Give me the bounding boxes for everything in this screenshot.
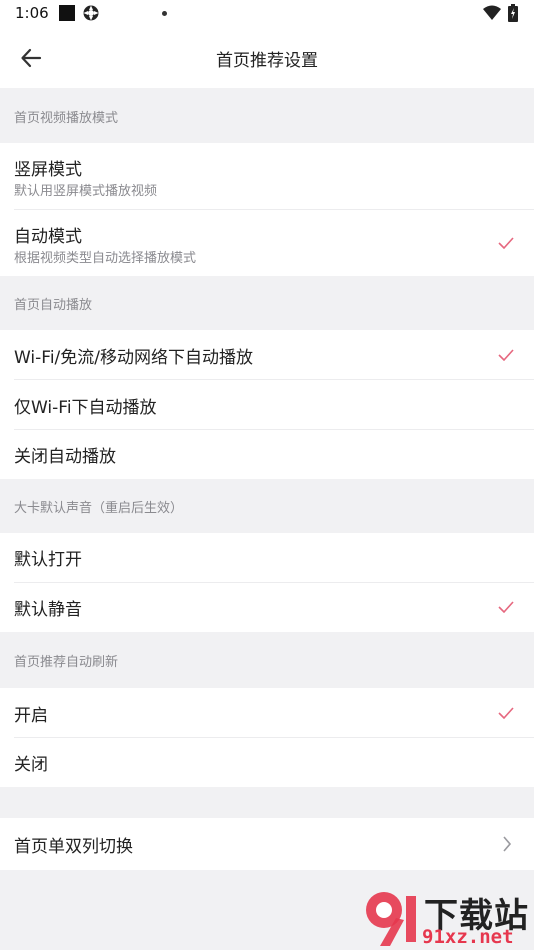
notification-dot-icon <box>162 11 167 16</box>
section-header-label: 首页视频播放模式 <box>14 111 119 126</box>
wifi-icon <box>483 5 501 20</box>
option-title: 关闭自动播放 <box>14 447 116 467</box>
option-sound-on[interactable]: 默认打开 <box>0 533 534 583</box>
option-title: 竖屏模式 <box>14 160 82 180</box>
option-title: 仅Wi-Fi下自动播放 <box>14 398 157 418</box>
option-autoplay-off[interactable]: 关闭自动播放 <box>0 430 534 479</box>
check-icon <box>498 237 514 249</box>
watermark-logo <box>366 892 416 946</box>
section-header-label: 大卡默认声音（重启后生效） <box>14 501 184 516</box>
notification-square-icon <box>59 5 75 21</box>
option-title: Wi-Fi/免流/移动网络下自动播放 <box>14 348 254 368</box>
option-title: 自动模式 <box>14 227 82 247</box>
nav-bar: 首页推荐设置 <box>0 28 534 88</box>
status-bar: 1:06 <box>0 0 534 28</box>
page-title: 首页推荐设置 <box>216 51 318 71</box>
section-header-label: 首页推荐自动刷新 <box>14 655 119 670</box>
section-header-label: 首页自动播放 <box>14 298 93 313</box>
section-header-auto-refresh: 首页推荐自动刷新 <box>0 632 534 688</box>
option-refresh-on[interactable]: 开启 <box>0 688 534 738</box>
option-title: 默认打开 <box>14 550 82 570</box>
option-title: 关闭 <box>14 755 48 775</box>
check-icon <box>498 707 514 719</box>
sync-icon <box>83 5 99 21</box>
option-autoplay-all-networks[interactable]: Wi-Fi/免流/移动网络下自动播放 <box>0 330 534 380</box>
option-auto-mode[interactable]: 自动模式 根据视频类型自动选择播放模式 <box>0 210 534 276</box>
section-header-play-mode: 首页视频播放模式 <box>0 88 534 143</box>
status-time: 1:06 <box>15 4 49 22</box>
battery-icon <box>508 4 518 22</box>
layout-switch-row[interactable]: 首页单双列切换 <box>0 818 534 870</box>
watermark-url: 91xz.net <box>422 926 514 948</box>
section-header-default-sound: 大卡默认声音（重启后生效） <box>0 479 534 533</box>
option-portrait-mode[interactable]: 竖屏模式 默认用竖屏模式播放视频 <box>0 143 534 210</box>
option-subtitle: 默认用竖屏模式播放视频 <box>14 184 158 199</box>
check-icon <box>498 601 514 613</box>
option-sound-muted[interactable]: 默认静音 <box>0 583 534 632</box>
check-icon <box>498 349 514 361</box>
section-header-autoplay: 首页自动播放 <box>0 276 534 330</box>
option-title: 首页单双列切换 <box>14 837 133 857</box>
chevron-right-icon <box>503 836 512 852</box>
option-subtitle: 根据视频类型自动选择播放模式 <box>14 251 197 266</box>
option-title: 开启 <box>14 706 48 726</box>
watermark: 下载站 91xz.net <box>360 888 530 948</box>
option-title: 默认静音 <box>14 600 82 620</box>
option-refresh-off[interactable]: 关闭 <box>0 738 534 787</box>
option-autoplay-wifi-only[interactable]: 仅Wi-Fi下自动播放 <box>0 380 534 430</box>
